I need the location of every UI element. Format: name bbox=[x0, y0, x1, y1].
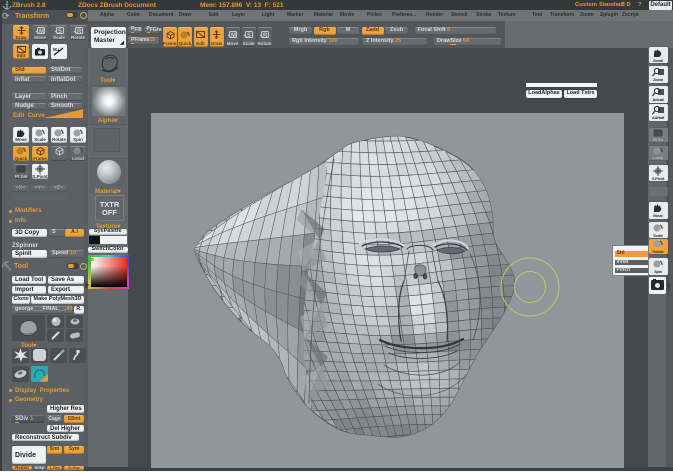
svg-text:S: S bbox=[247, 33, 251, 39]
svg-text:M: M bbox=[231, 33, 236, 39]
svg-text:R: R bbox=[263, 33, 268, 39]
svg-text:M: M bbox=[53, 47, 57, 52]
svg-text:+: + bbox=[57, 48, 60, 54]
